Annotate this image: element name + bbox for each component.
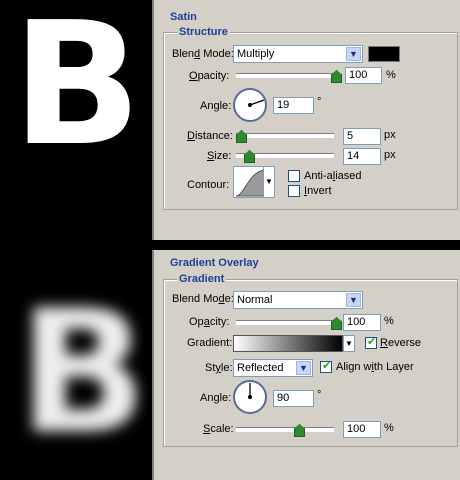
color-swatch[interactable] [368,46,400,62]
satin-title: Satin [170,11,197,23]
gradient-label: Gradient: [187,337,233,349]
go-blend-mode-value: Normal [237,294,273,306]
go-angle-dial[interactable] [233,380,267,414]
anti-aliased-checkbox[interactable] [288,170,300,182]
preview-letter-blurred: B [18,274,148,472]
go-angle-unit: ° [317,389,322,401]
style-label: Style: [205,362,233,374]
go-opacity-slider[interactable] [236,320,340,325]
reverse-label: Reverse [380,337,421,349]
scale-input[interactable]: 100 [343,421,381,438]
go-blend-mode-label: Blend Mode: [172,293,234,305]
structure-group-title: Structure [177,26,230,38]
go-opacity-label: Opacity: [189,316,230,328]
chevron-down-icon: ▼ [346,47,361,61]
gradient-overlay-title: Gradient Overlay [170,257,259,269]
contour-dropdown-button[interactable]: ▼ [263,166,275,198]
go-angle-input[interactable]: 90 [273,390,314,407]
gradient-group-title: Gradient [177,273,227,285]
invert-label: Invert [304,185,332,197]
go-angle-label: Angle: [200,392,232,404]
go-opacity-unit: % [384,315,394,327]
angle-label: Angle: [200,100,232,112]
blend-mode-label: Blend Mode: [172,48,234,60]
go-opacity-input[interactable]: 100 [343,314,381,331]
satin-preview: B [0,0,152,240]
blend-mode-select[interactable]: Multiply ▼ [233,45,363,63]
gradient-swatch[interactable] [233,335,343,352]
gradient-dropdown-button[interactable]: ▼ [343,335,355,352]
scale-slider[interactable] [236,427,334,432]
scale-label: Scale: [203,423,234,435]
blend-mode-value: Multiply [237,48,275,60]
align-with-layer-label: Align with Layer [336,361,414,373]
chevron-down-icon: ▼ [346,293,361,307]
distance-input[interactable]: 5 [343,128,381,145]
scale-unit: % [384,422,394,434]
style-value: Reflected [237,362,284,374]
panel-separator [152,240,460,250]
anti-aliased-label: Anti-aliased [304,170,362,182]
angle-unit: ° [317,96,322,108]
go-angle-indicator [248,383,252,399]
invert-checkbox[interactable] [288,185,300,197]
preview-letter: B [12,0,142,184]
distance-label: Distance: [187,130,233,142]
angle-dial[interactable] [233,88,267,122]
opacity-slider[interactable] [236,73,340,78]
opacity-unit: % [386,69,396,81]
size-label: Size: [207,150,232,162]
style-select[interactable]: Reflected ▼ [233,359,313,377]
angle-indicator [248,99,265,107]
distance-slider[interactable] [236,133,334,138]
contour-label: Contour: [187,179,230,191]
align-with-layer-checkbox[interactable] [320,359,332,373]
chevron-down-icon: ▼ [296,361,311,375]
size-input[interactable]: 14 [343,148,381,165]
distance-unit: px [384,129,396,141]
opacity-input[interactable]: 100 [345,67,382,84]
go-blend-mode-select[interactable]: Normal ▼ [233,291,363,309]
opacity-label: Opacity: [189,70,230,82]
size-unit: px [384,149,396,161]
angle-input[interactable]: 19 [273,97,314,114]
reverse-checkbox[interactable] [365,335,377,349]
